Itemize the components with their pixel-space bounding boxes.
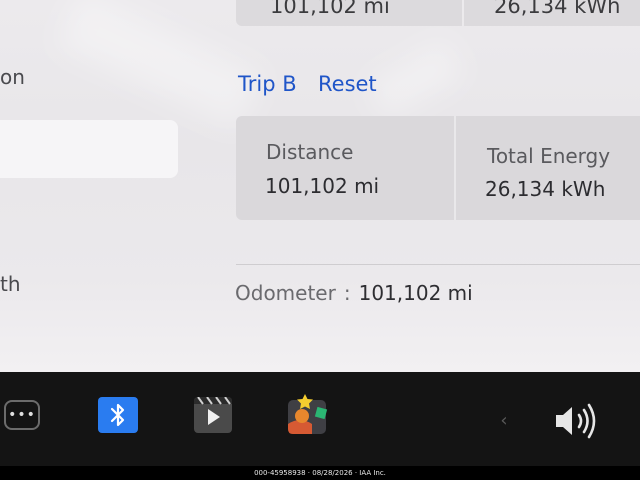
total-energy-label: Total Energy xyxy=(487,144,611,168)
odometer-separator: : xyxy=(343,281,351,305)
trip-a-energy-cell: 26,134 kWh xyxy=(464,0,640,26)
more-apps-button[interactable]: ••• xyxy=(4,400,40,430)
total-energy-value: 26,134 kWh xyxy=(485,177,606,201)
distance-value: 101,102 mi xyxy=(265,174,380,198)
left-partial-label: th xyxy=(0,272,21,296)
toybox-icon xyxy=(288,394,328,434)
watermark-caption: 000-45958938 · 08/28/2026 · IAA Inc. xyxy=(254,469,386,477)
trip-b-stats-panel: Distance 101,102 mi Total Energy 26,134 … xyxy=(236,116,640,220)
odometer-row: Odometer:101,102 mi xyxy=(235,281,473,305)
trip-b-title: Trip B xyxy=(238,72,297,96)
media-player-button[interactable] xyxy=(194,397,232,433)
section-divider xyxy=(236,264,640,265)
reset-trip-b-button[interactable]: Reset xyxy=(318,72,377,96)
left-partial-label: on xyxy=(0,65,25,89)
odometer-label: Odometer xyxy=(235,281,336,305)
watermark-bar: 000-45958938 · 08/28/2026 · IAA Inc. xyxy=(0,466,640,480)
distance-label: Distance xyxy=(266,140,354,164)
chevron-left-icon[interactable]: ‹ xyxy=(494,408,514,432)
trip-a-distance-value: 101,102 mi xyxy=(270,0,390,18)
vehicle-screen: 101,102 mi 26,134 kWh on th Trip B Reset… xyxy=(0,0,640,372)
trip-a-distance-cell: 101,102 mi xyxy=(236,0,462,26)
left-input-panel[interactable] xyxy=(0,120,178,178)
toybox-button[interactable] xyxy=(288,394,328,434)
bluetooth-button[interactable] xyxy=(98,397,138,433)
volume-icon xyxy=(556,403,596,439)
volume-button[interactable] xyxy=(552,402,604,440)
trip-a-energy-value: 26,134 kWh xyxy=(494,0,621,18)
stats-divider xyxy=(454,116,456,220)
screen-glare xyxy=(56,0,264,130)
odometer-value: 101,102 mi xyxy=(358,281,473,305)
media-player-icon xyxy=(194,397,232,425)
screen-glare xyxy=(366,40,464,120)
bluetooth-icon xyxy=(110,403,125,427)
